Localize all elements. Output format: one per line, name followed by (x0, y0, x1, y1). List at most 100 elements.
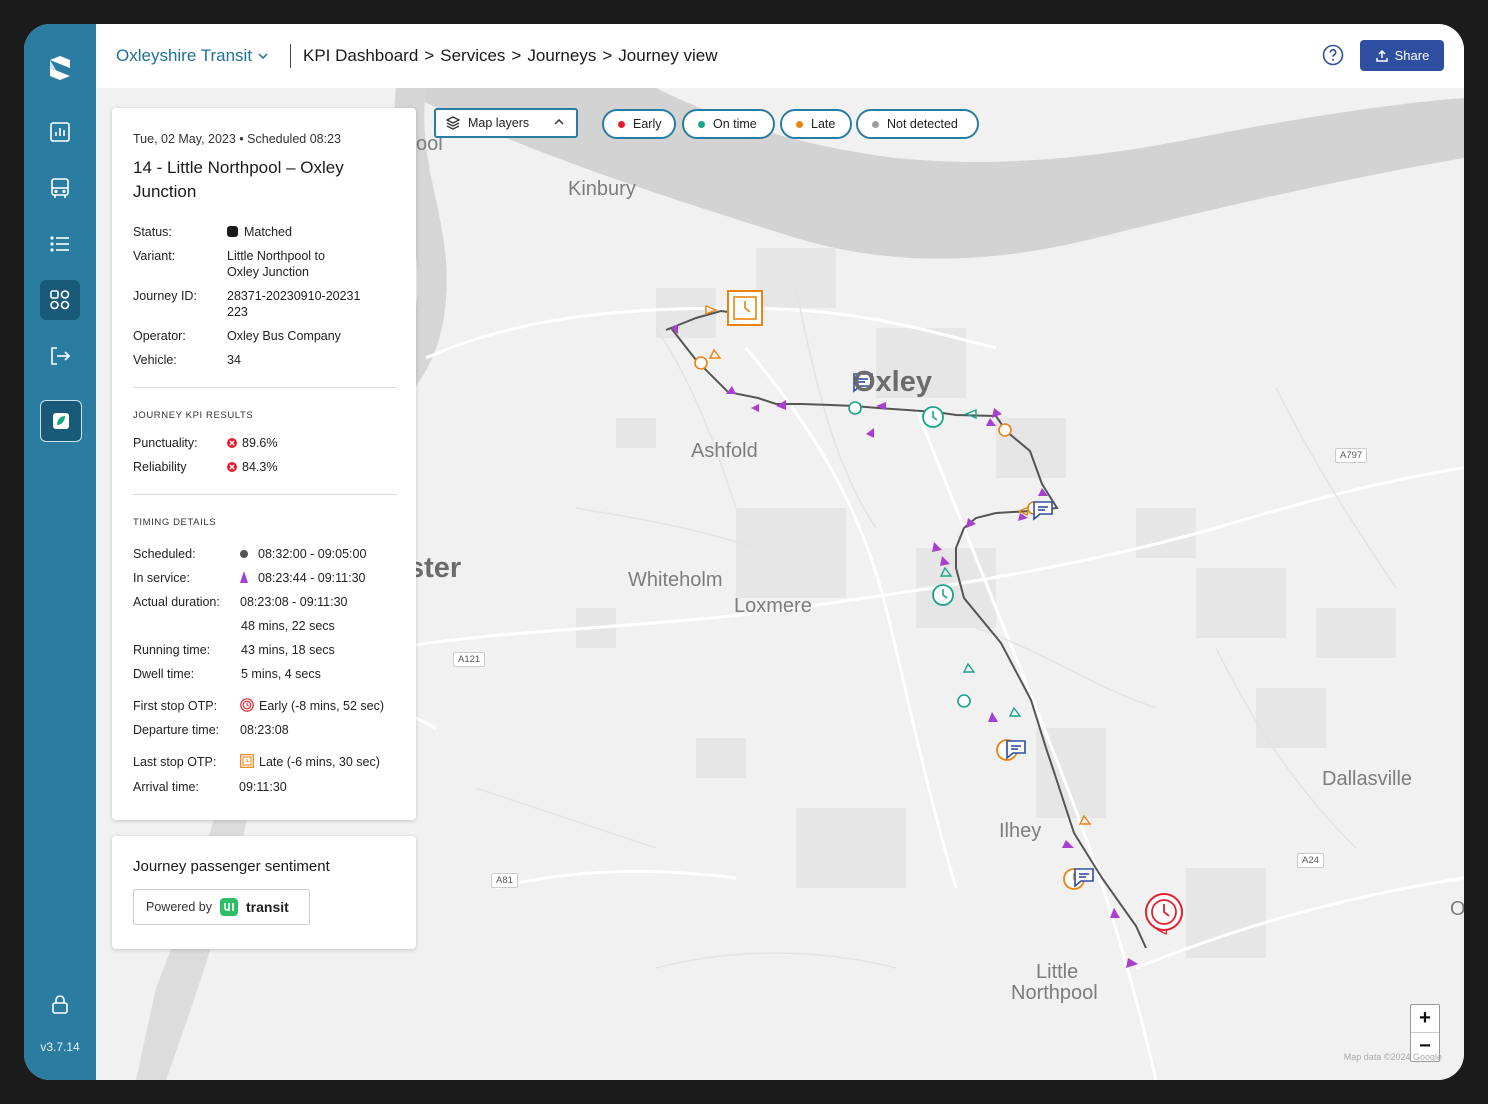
place-label: Whiteholm (628, 569, 723, 591)
app-version: v3.7.14 (40, 1040, 80, 1054)
first-stop-otp-label: First stop OTP: (133, 699, 218, 713)
road-label: A81 (491, 873, 518, 888)
legend-label: Early (633, 117, 662, 131)
journey-id-value: 28371-20230910-20231 223 (227, 288, 360, 320)
direction-arrow-icon (240, 571, 248, 583)
reliability-label: Reliability (133, 460, 187, 474)
breadcrumb-services[interactable]: Services (440, 46, 505, 65)
header-divider (290, 44, 291, 68)
operator-label: Operator: (133, 329, 186, 343)
legend-chip-not-detected[interactable]: Not detected (856, 109, 979, 139)
app-logo-icon[interactable] (46, 54, 74, 82)
in-service-label: In service: (133, 571, 190, 585)
first-stop-early-icon (1145, 893, 1183, 931)
last-stop-otp-label: Last stop OTP: (133, 755, 217, 769)
not-detected-dot-icon (872, 120, 879, 128)
org-selector[interactable]: Oxleyshire Transit (116, 46, 268, 66)
punctuality-label: Punctuality: (133, 436, 198, 450)
place-label: Little (1036, 961, 1079, 983)
last-stop-otp-text: Late (-6 mins, 30 sec) (259, 755, 380, 769)
breadcrumb-journey-view: Journey view (618, 46, 718, 65)
early-dot-icon (618, 120, 625, 128)
legend-chip-late[interactable]: Late (780, 109, 852, 139)
nav-transit-app[interactable] (40, 400, 82, 442)
nav-logout[interactable] (40, 336, 80, 376)
zoom-in-button[interactable]: + (1411, 1005, 1439, 1033)
journey-title: 14 - Little Northpool – Oxley Junction (133, 158, 344, 201)
in-service-text: 08:23:44 - 09:11:30 (258, 571, 366, 585)
status-label: Status: (133, 225, 172, 239)
list-icon (50, 236, 69, 252)
legend-label: Not detected (887, 117, 958, 131)
variant-label: Variant: (133, 249, 176, 263)
legend-chip-early[interactable]: Early (602, 109, 676, 139)
nav-dashboard[interactable] (40, 280, 80, 320)
transit-logo-icon (220, 898, 239, 916)
variant-line: Little Northpool to (227, 249, 325, 263)
transit-brand: transit (246, 899, 289, 915)
vehicle-label: Vehicle: (133, 353, 177, 367)
bus-icon (51, 178, 69, 198)
logout-icon (51, 347, 71, 365)
vehicle-value: 34 (227, 353, 241, 367)
upload-icon (1375, 49, 1388, 62)
timing-heading: TIMING DETAILS (133, 517, 217, 528)
scheduled-value: 08:32:00 - 09:05:00 (240, 546, 366, 562)
status-text: Matched (244, 225, 292, 239)
map-layers-label: Map layers (468, 116, 530, 130)
departure-time-label: Departure time: (133, 723, 220, 737)
operator-value: Oxley Bus Company (227, 329, 341, 343)
nav-list[interactable] (40, 224, 80, 264)
powered-by-transit-button[interactable]: Powered by transit (133, 889, 310, 925)
lock-icon (52, 995, 68, 1014)
first-stop-otp-value: Early (-8 mins, 52 sec) (240, 698, 384, 714)
journey-id-line: 28371-20230910-20231 (227, 289, 361, 303)
place-label: Loxmere (734, 595, 812, 617)
status-value: Matched (227, 224, 292, 240)
place-label: Oxley (853, 366, 932, 398)
breadcrumb-separator: > (511, 46, 522, 65)
nav-lock[interactable] (40, 984, 80, 1024)
place-label: Northpool (1011, 982, 1098, 1004)
running-time-label: Running time: (133, 643, 211, 657)
nav-vehicles[interactable] (40, 168, 80, 208)
journey-id-label: Journey ID: (133, 289, 197, 303)
departure-time-value: 08:23:08 (240, 723, 289, 737)
section-divider (133, 387, 397, 388)
top-bar: Oxleyshire Transit KPI Dashboard > Service… (96, 24, 1464, 89)
nav-reports[interactable] (40, 112, 80, 152)
dwell-time-value: 5 mins, 4 secs (241, 667, 321, 681)
last-stop-late-icon (727, 290, 763, 326)
breadcrumb-separator: > (602, 46, 613, 65)
map-attribution: Map data ©2024 Google (1343, 1052, 1442, 1062)
breadcrumb-journeys[interactable]: Journeys (527, 46, 596, 65)
in-service-value: 08:23:44 - 09:11:30 (240, 570, 366, 586)
map-layers-dropdown[interactable]: Map layers (434, 108, 578, 138)
fail-icon (227, 438, 237, 448)
late-clock-icon (240, 754, 254, 768)
first-stop-otp-text: Early (-8 mins, 52 sec) (259, 699, 385, 713)
breadcrumb-kpi-dashboard[interactable]: KPI Dashboard (303, 46, 418, 65)
legend-chip-on-time[interactable]: On time (682, 109, 775, 139)
help-icon[interactable] (1322, 44, 1344, 66)
sentiment-title: Journey passenger sentiment (133, 858, 330, 875)
legend-label: On time (713, 117, 757, 131)
early-clock-icon (240, 698, 254, 712)
section-divider (133, 494, 397, 495)
scheduled-dot-icon (240, 550, 248, 558)
reliability-text: 84.3% (242, 460, 278, 474)
chevron-up-icon (554, 119, 564, 125)
journey-details-panel: Tue, 02 May, 2023 • Scheduled 08:23 14 -… (112, 108, 416, 820)
powered-by-label: Powered by (146, 900, 213, 914)
variant-line: Oxley Junction (227, 265, 309, 279)
bar-chart-icon (50, 122, 70, 142)
road-label: A797 (1335, 448, 1368, 463)
breadcrumb: KPI Dashboard > Services > Journeys > Journey … (303, 46, 718, 66)
share-button[interactable]: Share (1360, 40, 1444, 71)
dwell-time-label: Dwell time: (133, 667, 195, 681)
road-label: A24 (1297, 853, 1324, 868)
app-window: v3.7.14 Oxleyshire Transit KPI Dashboard… (24, 24, 1464, 1080)
map-view[interactable]: Kinbury Oxley Ashfold Whiteholm Loxmere … (96, 88, 1464, 1080)
late-dot-icon (796, 120, 803, 128)
breadcrumb-separator: > (424, 46, 435, 65)
